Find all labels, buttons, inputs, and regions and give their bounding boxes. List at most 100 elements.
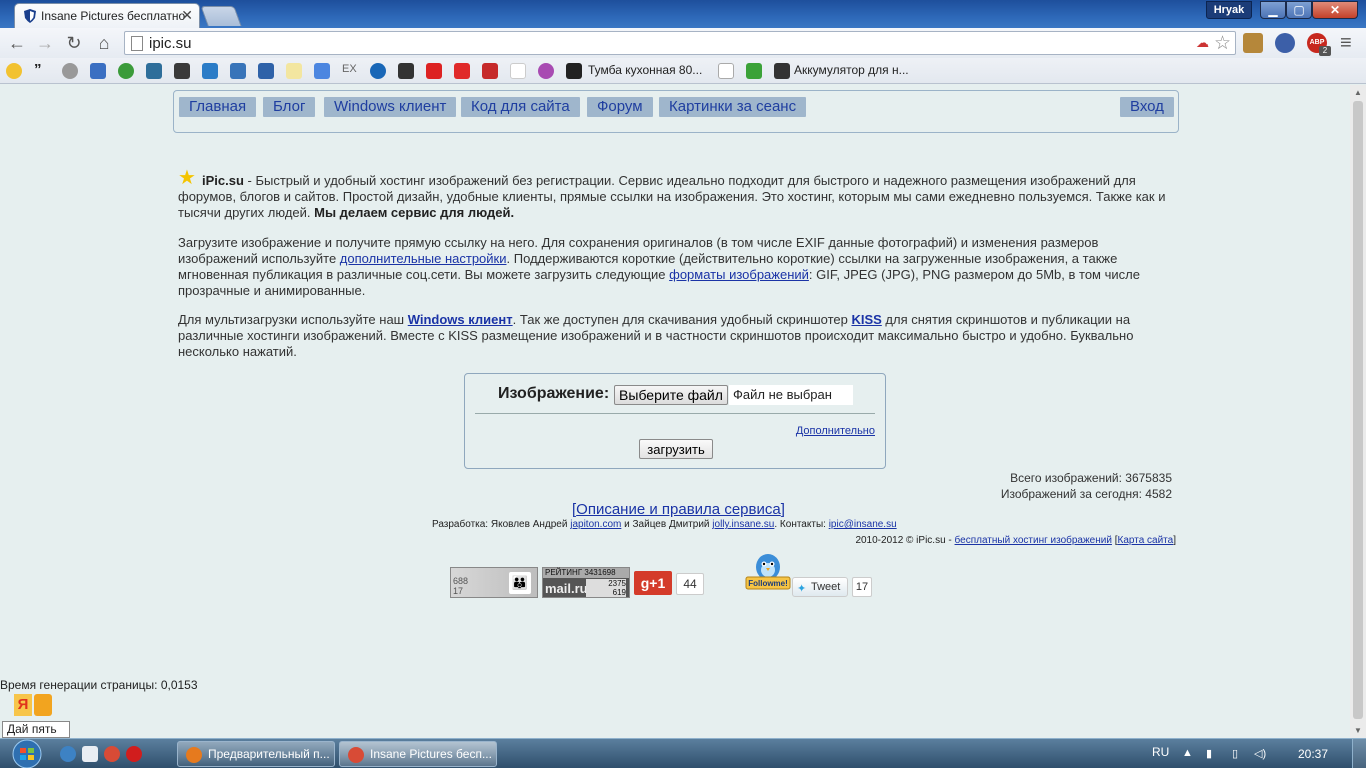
close-window-button[interactable]: ✕ [1312, 1, 1358, 19]
flower-bookmark-icon[interactable] [538, 63, 554, 79]
maximize-button[interactable]: ▢ [1286, 1, 1312, 19]
quote-bookmark-icon[interactable]: ” [34, 62, 50, 79]
mailru-rating-counter[interactable]: РЕЙТИНГ 3431698 mail.ru 2375 619 [542, 567, 630, 598]
bookmark-star-icon[interactable]: ☆ [1214, 32, 1231, 55]
chrome-quicklaunch-icon[interactable] [104, 746, 120, 762]
monitor-bookmark-icon[interactable] [398, 63, 414, 79]
li-counter-value-1: 688 [453, 576, 469, 586]
scroll-down-arrow-icon[interactable]: ▼ [1354, 726, 1362, 735]
home-icon[interactable]: ⌂ [93, 32, 115, 54]
c-bookmark-icon[interactable] [482, 63, 498, 79]
new-tab-button[interactable] [200, 6, 242, 26]
page-bookmark-icon[interactable] [718, 63, 734, 79]
twitter-followme-bird-icon[interactable]: Followme! [744, 551, 792, 593]
sitemap-link[interactable]: Карта сайта [1118, 535, 1174, 546]
plus-bookmark-icon[interactable] [746, 63, 762, 79]
youtube-bookmark-icon[interactable] [454, 63, 470, 79]
people-icon: 👪 [509, 572, 531, 594]
contact-email-link[interactable]: ipic@insane.su [829, 519, 897, 530]
ie-quicklaunch-icon[interactable] [60, 746, 76, 762]
clock-extension-icon[interactable] [1275, 33, 1295, 53]
total-images-count: Всего изображений: 3675835 [1010, 471, 1172, 485]
h-bookmark-icon-2[interactable] [774, 63, 790, 79]
yandex-share-widget[interactable]: Я [14, 694, 54, 718]
tv-bookmark-icon[interactable] [146, 63, 162, 79]
bookmarks-bar: ” EX Тумба кухонная 80... Аккумулятор дл… [0, 58, 1366, 84]
ex-bookmark-icon[interactable]: EX [342, 63, 358, 79]
mailru-rating-header: РЕЙТИНГ 3431698 [543, 568, 629, 578]
windows-client-link[interactable]: Windows клиент [408, 312, 513, 327]
back-arrow-icon[interactable]: ← [6, 32, 28, 54]
twitter-bird-icon: ✦ [797, 583, 807, 595]
minimize-button[interactable]: ▁ [1260, 1, 1286, 19]
profile-name-badge[interactable]: Hryak [1206, 1, 1252, 19]
gmail-bookmark-icon[interactable] [510, 63, 526, 79]
japiton-link[interactable]: japiton.com [570, 519, 621, 530]
smiley-bookmark-icon[interactable] [6, 63, 22, 79]
window-titlebar: Insane Pictures бесплатно ✕ Hryak ▁ ▢ ✕ [0, 0, 1366, 28]
taskbar-firefox-window[interactable]: Предварительный п... [177, 741, 335, 767]
nav-home[interactable]: Главная [179, 97, 257, 117]
bookmark-label-2[interactable]: Аккумулятор для н... [794, 63, 909, 77]
nav-windows-client[interactable]: Windows клиент [324, 97, 457, 117]
google-plus-one-button[interactable]: g+1 [634, 571, 672, 595]
film-bookmark-icon[interactable] [62, 63, 78, 79]
nav-login[interactable]: Вход [1120, 97, 1174, 117]
nav-blog[interactable]: Блог [263, 97, 316, 117]
free-hosting-link[interactable]: бесплатный хостинг изображений [955, 535, 1112, 546]
bookmark-label-1[interactable]: Тумба кухонная 80... [588, 63, 702, 77]
vertical-scrollbar[interactable]: ▲ ▼ [1350, 85, 1366, 738]
s-bookmark-icon[interactable] [566, 63, 582, 79]
choose-file-button[interactable]: Выберите файл [614, 385, 728, 405]
browser-tab-active[interactable]: Insane Pictures бесплатно ✕ [14, 3, 200, 28]
tweet-label: Tweet [811, 581, 841, 593]
copyright-text: 2010-2012 © iPic.su - [855, 535, 955, 546]
image-formats-link[interactable]: форматы изображений [669, 267, 809, 282]
windows-start-orb-icon[interactable] [8, 739, 46, 768]
rules-link-wrapper: [Описание и правила сервиса] [572, 501, 785, 518]
rules-link[interactable]: Описание и правила сервиса [576, 501, 781, 518]
intro-text-3b: . Так же доступен для скачивания удобный… [512, 312, 852, 327]
today-images-count: Изображений за сегодня: 4582 [1000, 487, 1172, 501]
advanced-settings-link[interactable]: дополнительные настройки [340, 251, 507, 266]
up-arrow-bookmark-icon[interactable] [202, 63, 218, 79]
liveinternet-counter[interactable]: 688 17 👪 [450, 567, 538, 598]
google-bookmark-icon[interactable] [314, 63, 330, 79]
advanced-options-link[interactable]: Дополнительно [796, 425, 875, 437]
scroll-up-arrow-icon[interactable]: ▲ [1354, 88, 1362, 97]
box-extension-icon[interactable] [1243, 33, 1263, 53]
b-bookmark-icon[interactable] [426, 63, 442, 79]
tray-expand-icon[interactable]: ▲ [1182, 747, 1193, 759]
shield-bookmark-icon[interactable] [258, 63, 274, 79]
tab-close-icon[interactable]: ✕ [181, 7, 193, 24]
h-bookmark-icon[interactable] [174, 63, 190, 79]
battery-icon[interactable]: ▯ [1232, 747, 1238, 760]
chrome-menu-icon[interactable]: ≡ [1340, 32, 1352, 55]
nav-site-code[interactable]: Код для сайта [461, 97, 580, 117]
system-clock[interactable]: 20:37 [1298, 747, 1328, 761]
opera-quicklaunch-icon[interactable] [126, 746, 142, 762]
green-bookmark-icon[interactable] [118, 63, 134, 79]
jolly-link[interactable]: jolly.insane.su [712, 519, 774, 530]
address-bar[interactable]: ipic.su ☁ ☆ [124, 31, 1236, 55]
scrollbar-thumb[interactable] [1353, 101, 1363, 719]
nav-session-pictures[interactable]: Картинки за сеанс [659, 97, 807, 117]
show-desktop-button[interactable] [1352, 739, 1366, 768]
volume-icon[interactable]: ◁) [1254, 747, 1266, 760]
notepad-quicklaunch-icon[interactable] [82, 746, 98, 762]
butterfly-bookmark-icon[interactable] [90, 63, 106, 79]
upload-submit-button[interactable]: загрузить [639, 439, 713, 459]
chat-bookmark-icon[interactable] [230, 63, 246, 79]
hp-bookmark-icon[interactable] [370, 63, 386, 79]
yellow-bookmark-icon[interactable] [286, 63, 302, 79]
network-signal-icon[interactable]: ▮ [1206, 747, 1212, 760]
forward-arrow-icon[interactable]: → [34, 32, 56, 54]
taskbar-chrome-window[interactable]: Insane Pictures бесп... [339, 741, 497, 767]
keyboard-language-indicator[interactable]: RU [1152, 745, 1169, 759]
cloud-extension-icon[interactable]: ☁ [1196, 35, 1209, 51]
url-text[interactable]: ipic.su [149, 35, 192, 52]
reload-icon[interactable]: ↻ [63, 32, 85, 54]
tweet-button[interactable]: ✦ Tweet [792, 577, 848, 597]
nav-forum[interactable]: Форум [587, 97, 653, 117]
kiss-link[interactable]: KISS [851, 312, 881, 327]
